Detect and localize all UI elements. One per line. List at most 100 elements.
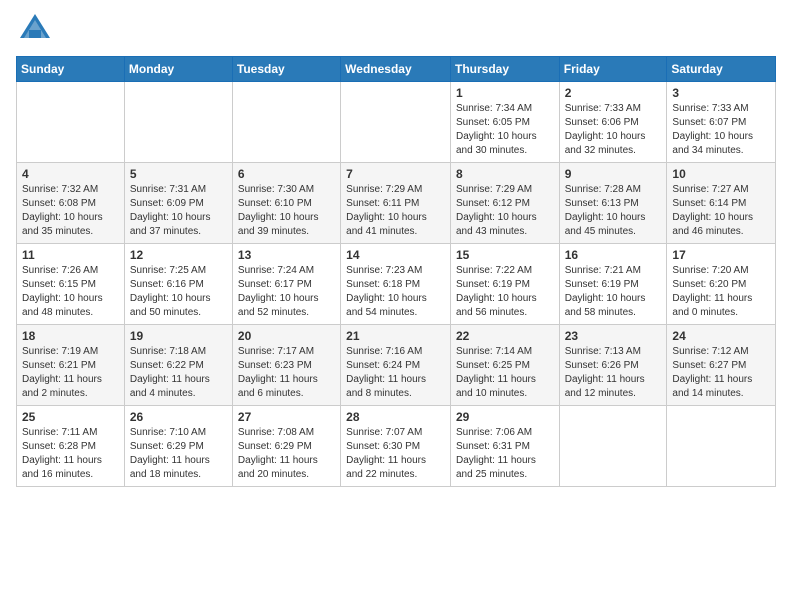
day-number: 22: [456, 329, 554, 343]
day-info: Sunrise: 7:29 AM Sunset: 6:11 PM Dayligh…: [346, 183, 445, 239]
day-cell: 4Sunrise: 7:32 AM Sunset: 6:08 PM Daylig…: [17, 163, 125, 244]
day-info: Sunrise: 7:12 AM Sunset: 6:27 PM Dayligh…: [672, 345, 770, 401]
day-cell: [124, 82, 232, 163]
day-info: Sunrise: 7:26 AM Sunset: 6:15 PM Dayligh…: [22, 264, 119, 320]
day-number: 12: [130, 248, 227, 262]
day-number: 2: [565, 86, 662, 100]
day-cell: 11 Sunrise: 7:26 AM Sunset: 6:15 PM Dayli…: [17, 244, 125, 325]
day-info: Sunrise: 7:31 AM Sunset: 6:09 PM Dayligh…: [130, 183, 227, 239]
day-number: 14: [346, 248, 445, 262]
day-header-saturday: Saturday: [667, 57, 776, 82]
day-info: Sunrise: 7:33 AM Sunset: 6:06 PM Dayligh…: [565, 102, 662, 158]
day-info: Sunrise: 7:28 AM Sunset: 6:13 PM Dayligh…: [565, 183, 662, 239]
day-cell: 8 Sunrise: 7:29 AM Sunset: 6:12 PM Daylig…: [450, 163, 559, 244]
day-cell: 9Sunrise: 7:28 AM Sunset: 6:13 PM Daylig…: [559, 163, 667, 244]
day-cell: 13Sunrise: 7:24 AM Sunset: 6:17 PM Dayli…: [232, 244, 340, 325]
logo-icon: [16, 10, 54, 48]
day-cell: 2 Sunrise: 7:33 AM Sunset: 6:06 PM Daylig…: [559, 82, 667, 163]
week-row-1: 1 Sunrise: 7:34 AM Sunset: 6:05 PM Daylig…: [17, 82, 776, 163]
day-cell: 10 Sunrise: 7:27 AM Sunset: 6:14 PM Dayli…: [667, 163, 776, 244]
day-cell: 19 Sunrise: 7:18 AM Sunset: 6:22 PM Dayli…: [124, 325, 232, 406]
day-number: 1: [456, 86, 554, 100]
week-row-5: 25 Sunrise: 7:11 AM Sunset: 6:28 PM Dayli…: [17, 406, 776, 487]
day-number: 28: [346, 410, 445, 424]
day-info: Sunrise: 7:23 AM Sunset: 6:18 PM Dayligh…: [346, 264, 445, 320]
day-cell: 12Sunrise: 7:25 AM Sunset: 6:16 PM Dayli…: [124, 244, 232, 325]
day-header-tuesday: Tuesday: [232, 57, 340, 82]
day-info: Sunrise: 7:18 AM Sunset: 6:22 PM Dayligh…: [130, 345, 227, 401]
calendar-header-row: SundayMondayTuesdayWednesdayThursdayFrid…: [17, 57, 776, 82]
day-cell: 23 Sunrise: 7:13 AM Sunset: 6:26 PM Dayli…: [559, 325, 667, 406]
day-cell: 24 Sunrise: 7:12 AM Sunset: 6:27 PM Dayli…: [667, 325, 776, 406]
day-number: 29: [456, 410, 554, 424]
day-number: 17: [672, 248, 770, 262]
day-number: 3: [672, 86, 770, 100]
day-info: Sunrise: 7:10 AM Sunset: 6:29 PM Dayligh…: [130, 426, 227, 482]
day-info: Sunrise: 7:19 AM Sunset: 6:21 PM Dayligh…: [22, 345, 119, 401]
day-number: 10: [672, 167, 770, 181]
week-row-4: 18 Sunrise: 7:19 AM Sunset: 6:21 PM Dayli…: [17, 325, 776, 406]
day-info: Sunrise: 7:30 AM Sunset: 6:10 PM Dayligh…: [238, 183, 335, 239]
day-cell: 29 Sunrise: 7:06 AM Sunset: 6:31 PM Dayli…: [450, 406, 559, 487]
day-info: Sunrise: 7:27 AM Sunset: 6:14 PM Dayligh…: [672, 183, 770, 239]
day-info: Sunrise: 7:29 AM Sunset: 6:12 PM Dayligh…: [456, 183, 554, 239]
day-info: Sunrise: 7:21 AM Sunset: 6:19 PM Dayligh…: [565, 264, 662, 320]
day-number: 19: [130, 329, 227, 343]
day-cell: [341, 82, 451, 163]
day-cell: 27 Sunrise: 7:08 AM Sunset: 6:29 PM Dayli…: [232, 406, 340, 487]
day-info: Sunrise: 7:13 AM Sunset: 6:26 PM Dayligh…: [565, 345, 662, 401]
day-cell: 3 Sunrise: 7:33 AM Sunset: 6:07 PM Daylig…: [667, 82, 776, 163]
day-header-friday: Friday: [559, 57, 667, 82]
day-cell: [232, 82, 340, 163]
day-number: 24: [672, 329, 770, 343]
day-info: Sunrise: 7:07 AM Sunset: 6:30 PM Dayligh…: [346, 426, 445, 482]
day-number: 25: [22, 410, 119, 424]
header: [16, 10, 776, 48]
day-cell: 21 Sunrise: 7:16 AM Sunset: 6:24 PM Dayli…: [341, 325, 451, 406]
day-info: Sunrise: 7:08 AM Sunset: 6:29 PM Dayligh…: [238, 426, 335, 482]
day-number: 13: [238, 248, 335, 262]
day-cell: 14 Sunrise: 7:23 AM Sunset: 6:18 PM Dayli…: [341, 244, 451, 325]
day-info: Sunrise: 7:14 AM Sunset: 6:25 PM Dayligh…: [456, 345, 554, 401]
day-number: 21: [346, 329, 445, 343]
day-info: Sunrise: 7:33 AM Sunset: 6:07 PM Dayligh…: [672, 102, 770, 158]
week-row-3: 11 Sunrise: 7:26 AM Sunset: 6:15 PM Dayli…: [17, 244, 776, 325]
day-cell: 18 Sunrise: 7:19 AM Sunset: 6:21 PM Dayli…: [17, 325, 125, 406]
day-header-thursday: Thursday: [450, 57, 559, 82]
day-number: 5: [130, 167, 227, 181]
day-number: 4: [22, 167, 119, 181]
day-header-sunday: Sunday: [17, 57, 125, 82]
day-number: 16: [565, 248, 662, 262]
logo: [16, 10, 58, 48]
day-cell: 15 Sunrise: 7:22 AM Sunset: 6:19 PM Dayli…: [450, 244, 559, 325]
day-cell: 17 Sunrise: 7:20 AM Sunset: 6:20 PM Dayli…: [667, 244, 776, 325]
day-number: 26: [130, 410, 227, 424]
day-number: 7: [346, 167, 445, 181]
day-cell: 26 Sunrise: 7:10 AM Sunset: 6:29 PM Dayli…: [124, 406, 232, 487]
day-cell: [667, 406, 776, 487]
day-cell: [17, 82, 125, 163]
day-cell: 20 Sunrise: 7:17 AM Sunset: 6:23 PM Dayli…: [232, 325, 340, 406]
calendar-table: SundayMondayTuesdayWednesdayThursdayFrid…: [16, 56, 776, 487]
day-cell: 1 Sunrise: 7:34 AM Sunset: 6:05 PM Daylig…: [450, 82, 559, 163]
day-number: 18: [22, 329, 119, 343]
day-info: Sunrise: 7:06 AM Sunset: 6:31 PM Dayligh…: [456, 426, 554, 482]
day-header-monday: Monday: [124, 57, 232, 82]
day-number: 23: [565, 329, 662, 343]
day-info: Sunrise: 7:17 AM Sunset: 6:23 PM Dayligh…: [238, 345, 335, 401]
day-number: 15: [456, 248, 554, 262]
day-cell: 7 Sunrise: 7:29 AM Sunset: 6:11 PM Daylig…: [341, 163, 451, 244]
day-number: 20: [238, 329, 335, 343]
day-info: Sunrise: 7:11 AM Sunset: 6:28 PM Dayligh…: [22, 426, 119, 482]
page: SundayMondayTuesdayWednesdayThursdayFrid…: [0, 0, 792, 612]
week-row-2: 4Sunrise: 7:32 AM Sunset: 6:08 PM Daylig…: [17, 163, 776, 244]
day-cell: [559, 406, 667, 487]
day-number: 27: [238, 410, 335, 424]
day-number: 8: [456, 167, 554, 181]
day-info: Sunrise: 7:34 AM Sunset: 6:05 PM Dayligh…: [456, 102, 554, 158]
day-number: 11: [22, 248, 119, 262]
day-cell: 6Sunrise: 7:30 AM Sunset: 6:10 PM Daylig…: [232, 163, 340, 244]
day-info: Sunrise: 7:20 AM Sunset: 6:20 PM Dayligh…: [672, 264, 770, 320]
day-info: Sunrise: 7:22 AM Sunset: 6:19 PM Dayligh…: [456, 264, 554, 320]
day-info: Sunrise: 7:16 AM Sunset: 6:24 PM Dayligh…: [346, 345, 445, 401]
